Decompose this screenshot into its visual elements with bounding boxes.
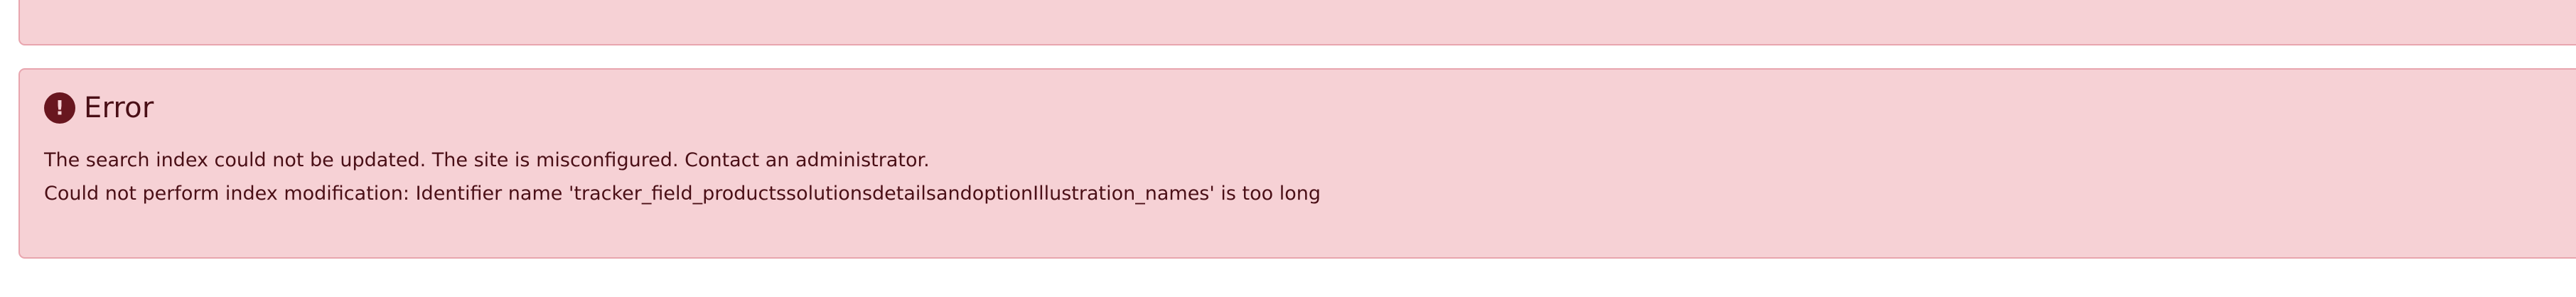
error-page-screenshot: ! Error The search index could not be up…	[0, 0, 2576, 297]
exclamation-circle-icon: !	[44, 92, 75, 124]
error-title-row: ! Error	[44, 92, 154, 124]
previous-alert-box-partial	[18, 0, 2576, 45]
error-title: Error	[84, 92, 154, 124]
error-alert-box: ! Error The search index could not be up…	[18, 68, 2576, 259]
error-message-line-2: Could not perform index modification: Id…	[44, 183, 1321, 205]
error-message-line-1: The search index could not be updated. T…	[44, 149, 930, 171]
